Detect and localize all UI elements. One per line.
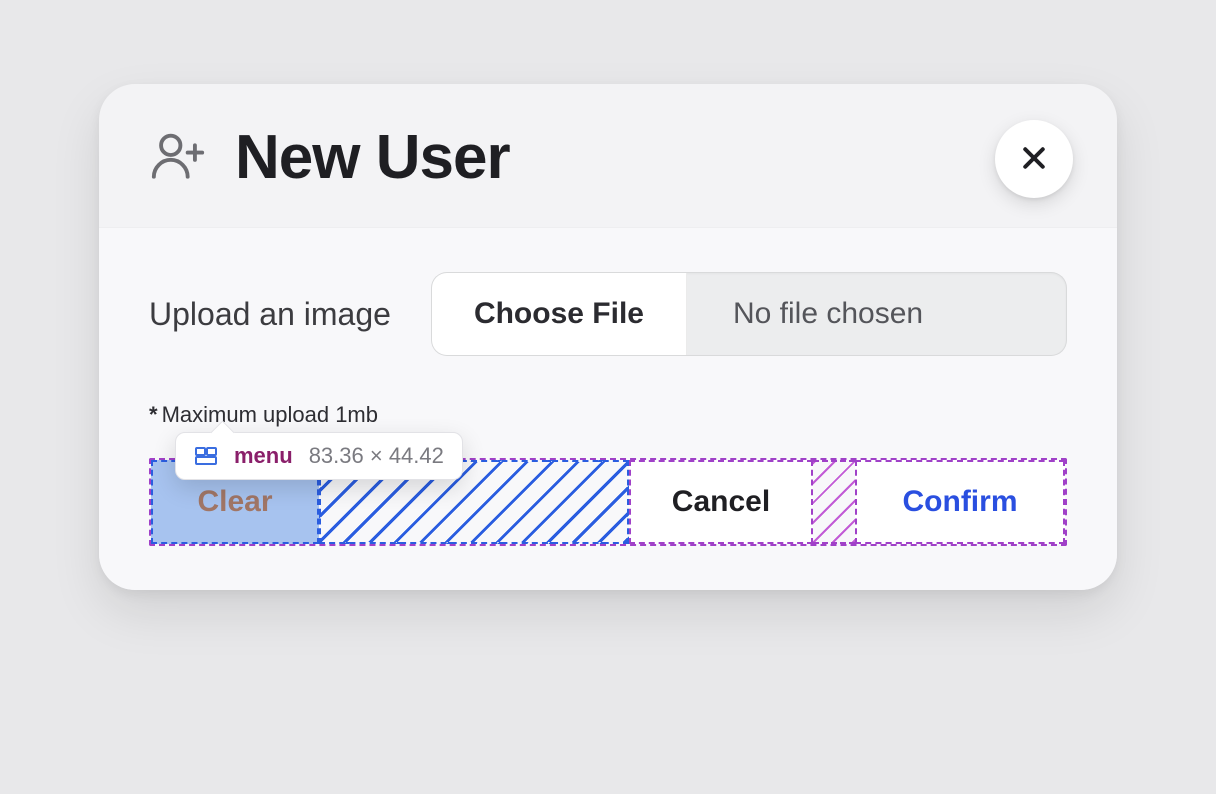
file-status-text: No file chosen: [687, 273, 1066, 355]
flex-gap: [813, 460, 855, 544]
dialog-title: New User: [235, 122, 510, 193]
cancel-button[interactable]: Cancel: [629, 460, 813, 544]
user-plus-icon: [149, 126, 207, 189]
file-input-group: Choose File No file chosen: [431, 272, 1067, 356]
close-button[interactable]: [995, 120, 1073, 198]
new-user-dialog: New User Upload an image Choose File No …: [99, 84, 1117, 590]
dialog-header: New User: [99, 84, 1117, 227]
required-asterisk: *: [149, 402, 158, 427]
upload-helper-text: *Maximum upload 1mb menu 83.36 × 44.42: [149, 402, 1067, 438]
confirm-button[interactable]: Confirm: [855, 460, 1065, 544]
devtools-tooltip: menu 83.36 × 44.42: [175, 432, 463, 480]
upload-row: Upload an image Choose File No file chos…: [149, 272, 1067, 356]
close-icon: [1019, 143, 1049, 176]
flex-icon: [194, 444, 218, 468]
dialog-body: Upload an image Choose File No file chos…: [99, 227, 1117, 458]
tooltip-element-name: menu: [234, 443, 293, 469]
upload-label: Upload an image: [149, 296, 391, 333]
tooltip-dimensions: 83.36 × 44.42: [309, 443, 444, 469]
choose-file-button[interactable]: Choose File: [432, 273, 687, 355]
